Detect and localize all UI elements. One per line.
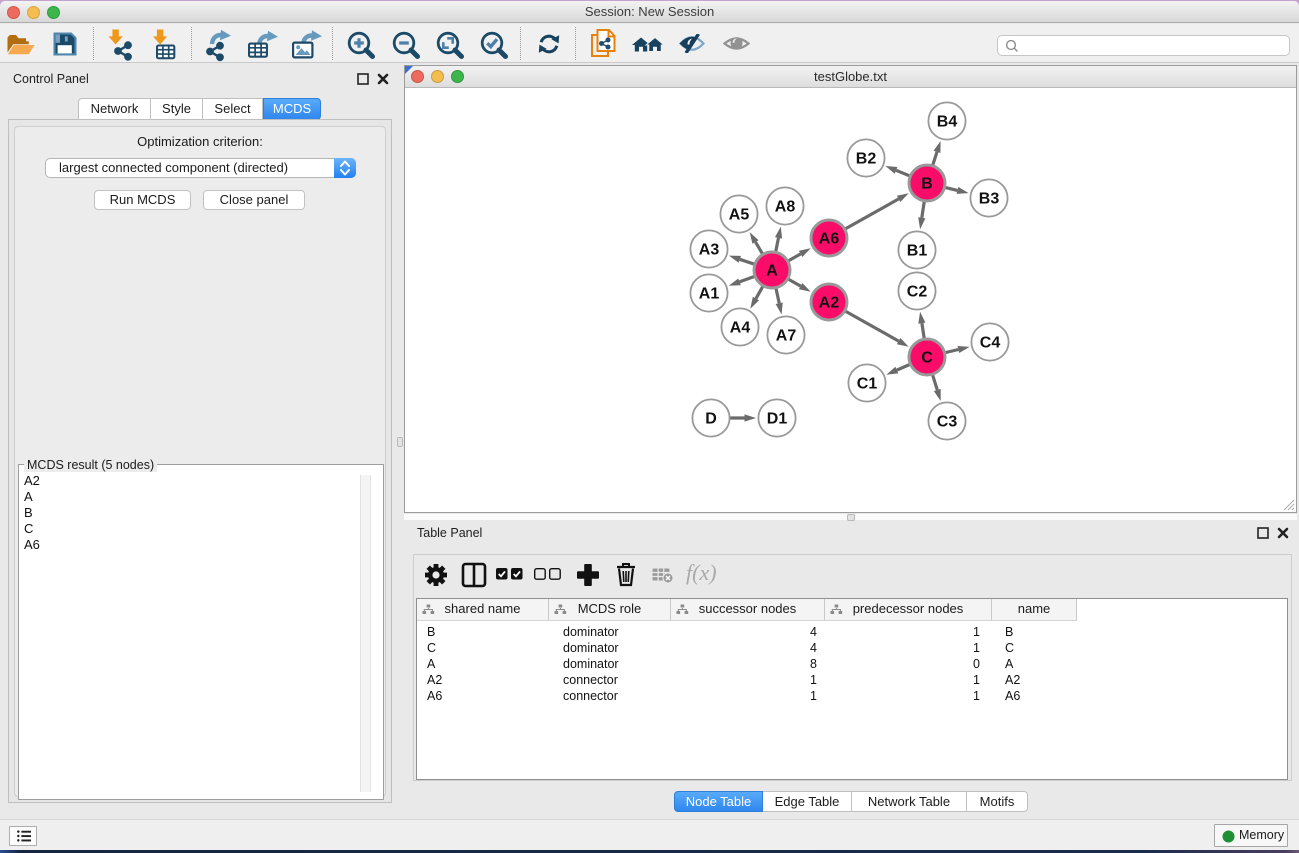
svg-text:A7: A7	[776, 328, 797, 345]
svg-text:A1: A1	[699, 286, 720, 303]
svg-text:A5: A5	[729, 207, 750, 224]
svg-text:D1: D1	[767, 411, 788, 428]
svg-text:B2: B2	[856, 151, 877, 168]
svg-text:A6: A6	[819, 231, 840, 248]
svg-text:B3: B3	[979, 191, 1000, 208]
svg-text:C: C	[921, 350, 933, 367]
svg-text:A8: A8	[775, 199, 796, 216]
svg-text:A4: A4	[730, 320, 751, 337]
svg-text:A2: A2	[819, 295, 840, 312]
svg-text:D: D	[705, 411, 717, 428]
svg-text:A: A	[766, 263, 778, 280]
svg-text:B1: B1	[907, 243, 928, 260]
svg-text:B: B	[921, 176, 933, 193]
svg-text:C2: C2	[907, 284, 928, 301]
svg-text:B4: B4	[937, 114, 958, 131]
svg-text:A3: A3	[699, 242, 720, 259]
svg-text:C1: C1	[857, 376, 878, 393]
svg-text:C3: C3	[937, 414, 958, 431]
svg-text:C4: C4	[980, 335, 1001, 352]
